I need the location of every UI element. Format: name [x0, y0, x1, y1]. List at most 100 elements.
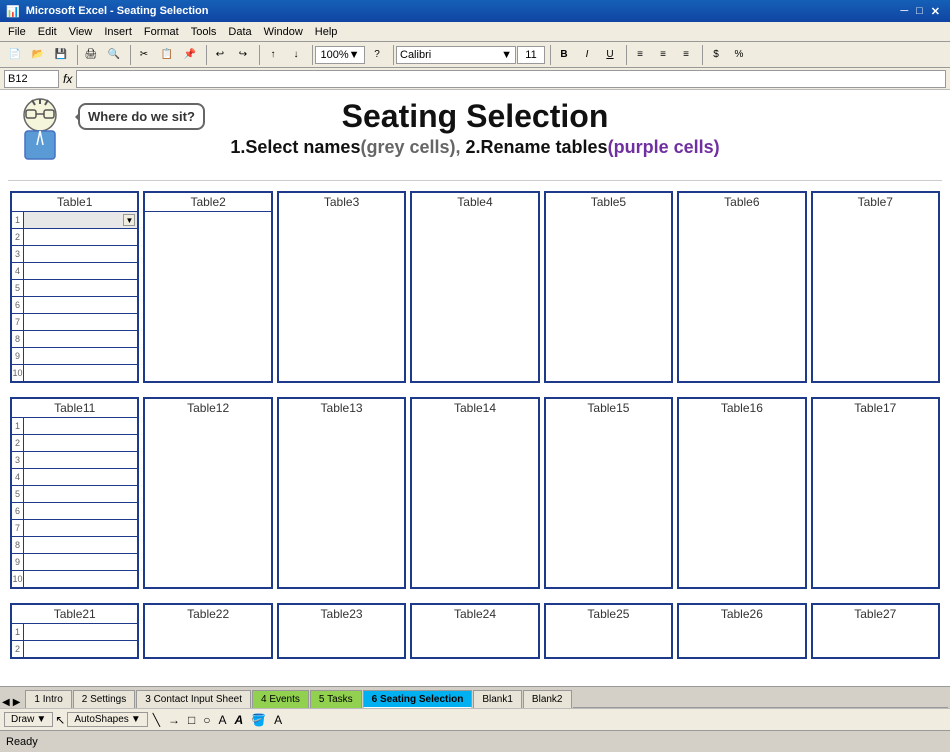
fill-color-btn[interactable]: 🪣 [248, 713, 269, 727]
table-cell[interactable] [24, 641, 137, 657]
help-btn[interactable]: ? [366, 44, 388, 66]
underline-btn[interactable]: U [599, 44, 621, 66]
table16-header[interactable]: Table16 [679, 399, 804, 417]
table-cell[interactable] [24, 348, 137, 364]
table-cell[interactable] [24, 624, 137, 640]
table6-header[interactable]: Table6 [679, 193, 804, 211]
table2-header[interactable]: Table2 [145, 193, 270, 211]
preview-btn[interactable]: 🔍 [103, 44, 125, 66]
align-center-btn[interactable]: ≡ [652, 44, 674, 66]
menu-view[interactable]: View [63, 25, 99, 39]
tab-nav-next[interactable]: ▶ [13, 697, 21, 708]
tab-settings[interactable]: 2 Settings [73, 690, 135, 708]
zoom-box[interactable]: 100% ▼ [315, 46, 365, 64]
table-cell[interactable] [24, 435, 137, 451]
table4-header[interactable]: Table4 [412, 193, 537, 211]
wordart-tool[interactable]: A [231, 713, 246, 727]
cut-btn[interactable]: ✂ [133, 44, 155, 66]
table3-header[interactable]: Table3 [279, 193, 404, 211]
menu-insert[interactable]: Insert [98, 25, 138, 39]
tab-nav-prev[interactable]: ◀ [2, 697, 10, 708]
table26-header[interactable]: Table26 [679, 605, 804, 623]
copy-btn[interactable]: 📋 [156, 44, 178, 66]
menu-edit[interactable]: Edit [32, 25, 63, 39]
tab-tasks[interactable]: 5 Tasks [310, 690, 362, 708]
table17-header[interactable]: Table17 [813, 399, 938, 417]
autoshapes-btn[interactable]: AutoShapes ▼ [67, 712, 147, 727]
table24-header[interactable]: Table24 [412, 605, 537, 623]
table5-header[interactable]: Table5 [546, 193, 671, 211]
italic-btn[interactable]: I [576, 44, 598, 66]
align-right-btn[interactable]: ≡ [675, 44, 697, 66]
table14-header[interactable]: Table14 [412, 399, 537, 417]
font-color-btn[interactable]: A [271, 713, 285, 727]
save-btn[interactable]: 💾 [50, 44, 72, 66]
line-tool[interactable]: ╲ [150, 713, 163, 727]
table-cell[interactable] [24, 297, 137, 313]
draw-cursor-icon[interactable]: ↖ [55, 713, 65, 727]
tab-blank2[interactable]: Blank2 [523, 690, 572, 708]
menu-help[interactable]: Help [309, 25, 344, 39]
menu-window[interactable]: Window [258, 25, 309, 39]
table-cell[interactable] [24, 246, 137, 262]
textbox-tool[interactable]: A [215, 713, 229, 727]
table-cell[interactable] [24, 229, 137, 245]
tab-seating[interactable]: 6 Seating Selection [363, 690, 473, 708]
dropdown-arrow[interactable]: ▼ [123, 214, 135, 226]
table-cell[interactable] [24, 486, 137, 502]
align-left-btn[interactable]: ≡ [629, 44, 651, 66]
table-cell[interactable] [24, 331, 137, 347]
tab-events[interactable]: 4 Events [252, 690, 309, 708]
minimize-btn[interactable]: ─ [900, 5, 908, 17]
table-cell[interactable] [24, 452, 137, 468]
rect-tool[interactable]: □ [185, 713, 198, 727]
table-cell[interactable] [24, 520, 137, 536]
menu-tools[interactable]: Tools [185, 25, 223, 39]
table-cell[interactable] [24, 571, 137, 587]
table-cell[interactable] [24, 365, 137, 381]
table27-header[interactable]: Table27 [813, 605, 938, 623]
table-cell[interactable] [24, 469, 137, 485]
sort-asc-btn[interactable]: ↑ [262, 44, 284, 66]
table-cell[interactable] [24, 537, 137, 553]
bold-btn[interactable]: B [553, 44, 575, 66]
table-cell[interactable] [24, 314, 137, 330]
table22-header[interactable]: Table22 [145, 605, 270, 623]
table1-header[interactable]: Table1 [12, 193, 137, 211]
print-btn[interactable]: 🖨 [80, 44, 102, 66]
table15-header[interactable]: Table15 [546, 399, 671, 417]
font-size-selector[interactable]: 11 [517, 46, 545, 64]
table25-header[interactable]: Table25 [546, 605, 671, 623]
table-cell[interactable] [24, 263, 137, 279]
tab-blank1[interactable]: Blank1 [473, 690, 522, 708]
paste-btn[interactable]: 📌 [179, 44, 201, 66]
table12-header[interactable]: Table12 [145, 399, 270, 417]
table-cell[interactable] [145, 212, 270, 367]
table-cell[interactable] [24, 503, 137, 519]
menu-file[interactable]: File [2, 25, 32, 39]
undo-btn[interactable]: ↩ [209, 44, 231, 66]
table-cell[interactable] [24, 418, 137, 434]
currency-btn[interactable]: $ [705, 44, 727, 66]
oval-tool[interactable]: ○ [200, 713, 213, 727]
open-btn[interactable]: 📂 [27, 44, 49, 66]
percent-btn[interactable]: % [728, 44, 750, 66]
redo-btn[interactable]: ↪ [232, 44, 254, 66]
table21-header[interactable]: Table21 [12, 605, 137, 623]
arrow-tool[interactable]: → [165, 713, 183, 727]
table13-header[interactable]: Table13 [279, 399, 404, 417]
cell-reference[interactable]: B12 [4, 70, 59, 88]
tab-intro[interactable]: 1 Intro [25, 690, 71, 708]
draw-btn[interactable]: Draw ▼ [4, 712, 53, 727]
table-cell[interactable] [24, 280, 137, 296]
sort-desc-btn[interactable]: ↓ [285, 44, 307, 66]
menu-data[interactable]: Data [222, 25, 257, 39]
tab-contact[interactable]: 3 Contact Input Sheet [136, 690, 251, 708]
close-btn[interactable]: ✕ [931, 5, 940, 18]
new-btn[interactable]: 📄 [4, 44, 26, 66]
formula-input[interactable] [76, 70, 946, 88]
table7-header[interactable]: Table7 [813, 193, 938, 211]
maximize-btn[interactable]: □ [916, 5, 923, 17]
font-selector[interactable]: Calibri ▼ [396, 46, 516, 64]
table-cell[interactable] [24, 554, 137, 570]
